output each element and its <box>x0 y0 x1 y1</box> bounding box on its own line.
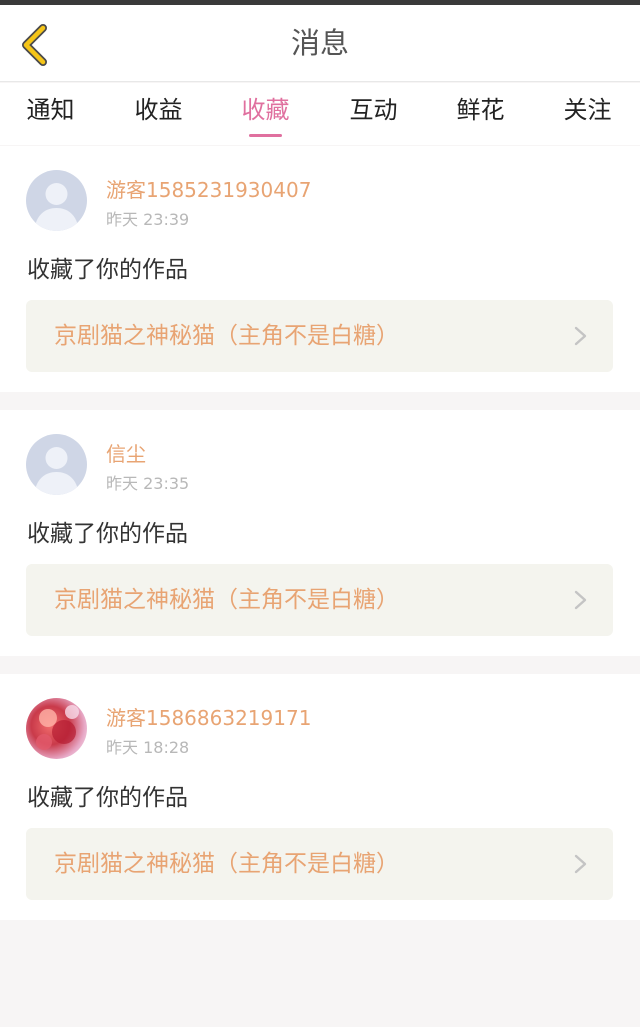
header: 消息 <box>0 5 640 82</box>
timestamp: 昨天 23:35 <box>106 474 190 493</box>
tab-label: 通知 <box>26 96 75 124</box>
tab-follow[interactable]: 关注 <box>534 83 640 145</box>
tab-favorites[interactable]: 收藏 <box>212 83 319 145</box>
avatar[interactable] <box>26 698 87 759</box>
page-title: 消息 <box>290 26 349 60</box>
avatar[interactable] <box>26 170 87 231</box>
tab-interaction[interactable]: 互动 <box>320 83 427 145</box>
chevron-right-icon <box>574 854 587 874</box>
default-avatar-icon <box>26 170 87 231</box>
tab-label: 关注 <box>563 96 612 124</box>
tab-label: 收藏 <box>241 96 290 124</box>
work-title: 京剧猫之神秘猫（主角不是白糖） <box>54 587 399 613</box>
tab-notice[interactable]: 通知 <box>0 83 104 145</box>
tab-label: 鲜花 <box>456 96 505 124</box>
action-text: 收藏了你的作品 <box>27 785 188 811</box>
username-link[interactable]: 游客1585231930407 <box>106 174 311 203</box>
message-card: 游客1585231930407 昨天 23:39 收藏了你的作品 京剧猫之神秘猫… <box>0 146 640 392</box>
work-link[interactable]: 京剧猫之神秘猫（主角不是白糖） <box>26 300 613 372</box>
photo-avatar-icon <box>26 698 87 759</box>
tab-bar: 通知 收益 收藏 互动 鲜花 关注 <box>0 83 640 145</box>
default-avatar-icon <box>26 434 87 495</box>
avatar[interactable] <box>26 434 87 495</box>
tab-flowers[interactable]: 鲜花 <box>427 83 534 145</box>
chevron-right-icon <box>574 326 587 346</box>
work-title: 京剧猫之神秘猫（主角不是白糖） <box>54 323 399 349</box>
message-card: 游客1586863219171 昨天 18:28 收藏了你的作品 京剧猫之神秘猫… <box>0 674 640 920</box>
active-tab-indicator <box>249 134 282 137</box>
timestamp: 昨天 18:28 <box>106 738 190 757</box>
action-text: 收藏了你的作品 <box>27 521 188 547</box>
tab-label: 收益 <box>134 96 183 124</box>
username-link[interactable]: 游客1586863219171 <box>106 702 311 731</box>
username-link[interactable]: 信尘 <box>106 438 146 467</box>
timestamp: 昨天 23:39 <box>106 210 190 229</box>
work-title: 京剧猫之神秘猫（主角不是白糖） <box>54 851 399 877</box>
work-link[interactable]: 京剧猫之神秘猫（主角不是白糖） <box>26 828 613 900</box>
tab-earnings[interactable]: 收益 <box>105 83 212 145</box>
tab-label: 互动 <box>349 96 398 124</box>
message-card: 信尘 昨天 23:35 收藏了你的作品 京剧猫之神秘猫（主角不是白糖） <box>0 410 640 656</box>
work-link[interactable]: 京剧猫之神秘猫（主角不是白糖） <box>26 564 613 636</box>
action-text: 收藏了你的作品 <box>27 257 188 283</box>
chevron-right-icon <box>574 590 587 610</box>
